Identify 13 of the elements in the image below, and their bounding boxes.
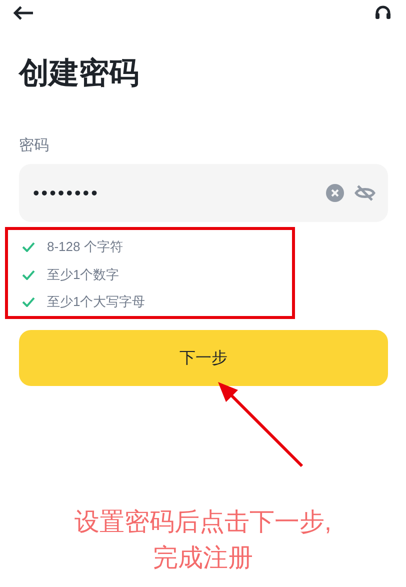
page-title: 创建密码	[19, 56, 140, 92]
field-label: 密码	[19, 136, 50, 156]
password-value: ••••••••	[33, 182, 100, 204]
rule-text: 8-128 个字符	[47, 238, 123, 256]
password-field[interactable]: ••••••••	[19, 164, 388, 222]
eye-slash-icon[interactable]	[354, 184, 376, 202]
headset-icon[interactable]	[374, 4, 392, 22]
rule-text: 至少1个大写字母	[47, 293, 146, 312]
back-arrow-icon[interactable]	[12, 5, 34, 21]
next-button[interactable]: 下一步	[19, 330, 388, 386]
clear-icon[interactable]	[326, 184, 344, 202]
annotation-caption: 设置密码后点击下一步, 完成注册	[74, 507, 332, 574]
rule-text: 至少1个数字	[47, 266, 120, 284]
